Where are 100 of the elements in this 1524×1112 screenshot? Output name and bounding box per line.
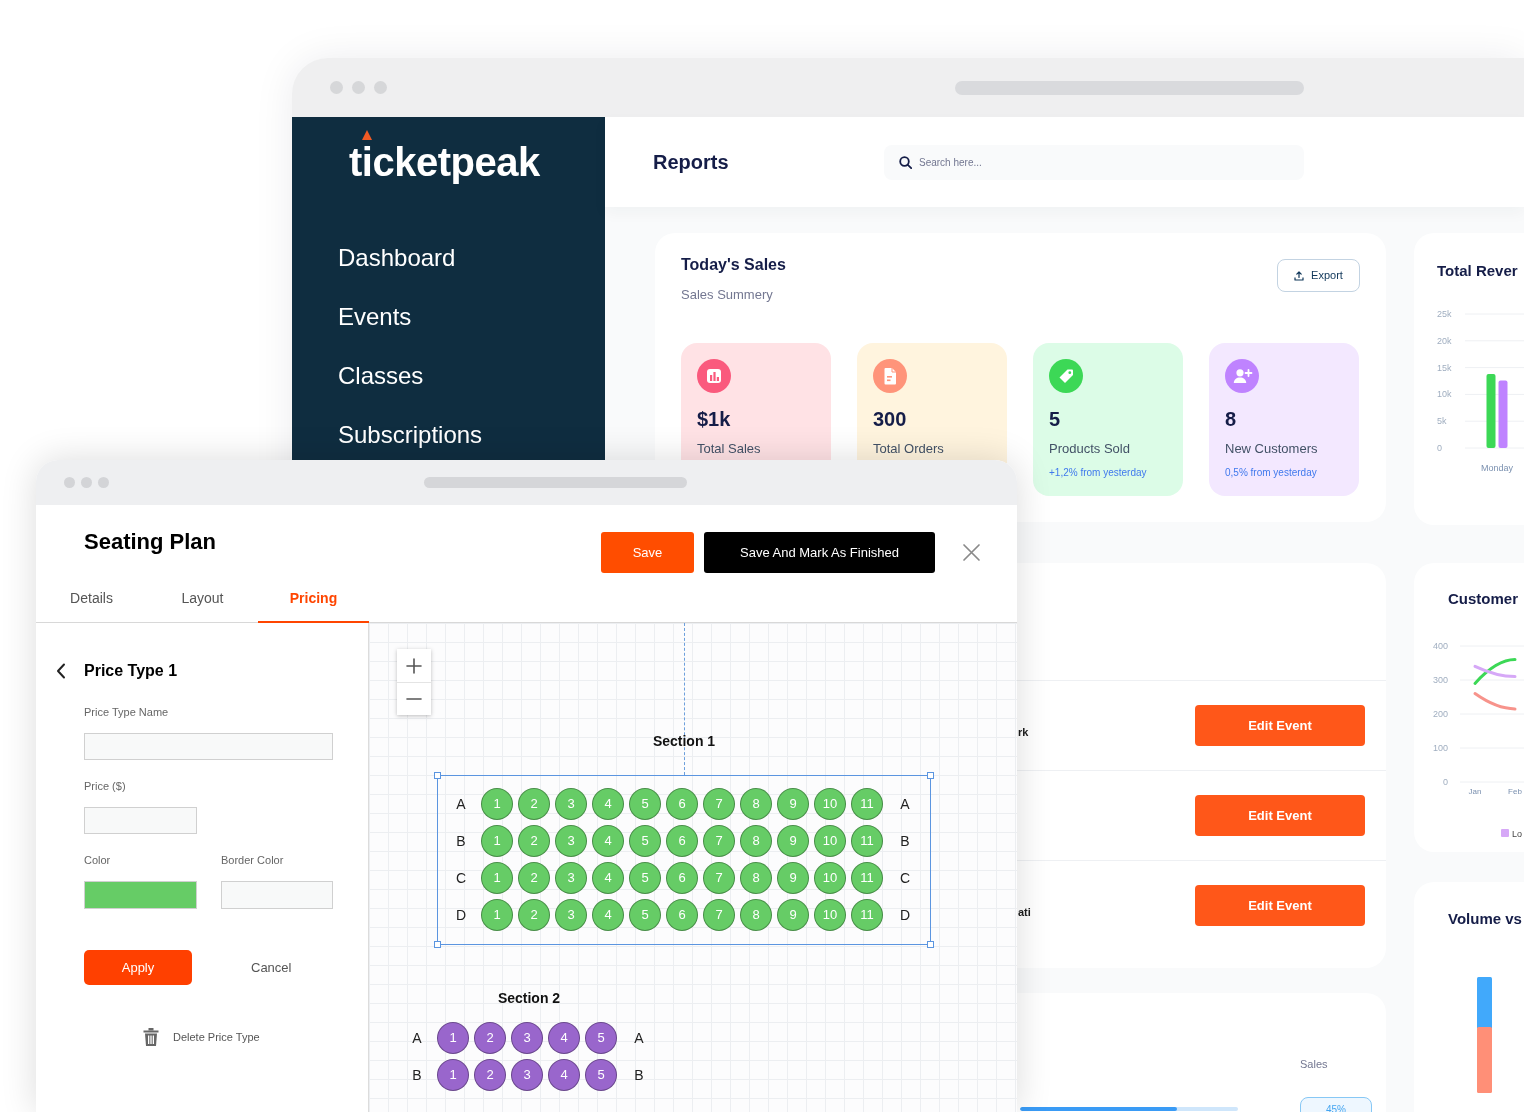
- axis-label: 300: [1432, 675, 1448, 685]
- seat[interactable]: 5: [629, 862, 661, 894]
- cancel-button[interactable]: Cancel: [251, 957, 292, 978]
- seat[interactable]: 6: [666, 899, 698, 931]
- seat[interactable]: 6: [666, 862, 698, 894]
- seat[interactable]: 4: [592, 899, 624, 931]
- axis-label: 200: [1432, 709, 1448, 719]
- axis-label: 0: [1437, 443, 1442, 453]
- sidebar-item[interactable]: Subscriptions: [338, 421, 483, 449]
- seat[interactable]: 4: [592, 825, 624, 857]
- seat[interactable]: 9: [777, 899, 809, 931]
- seat[interactable]: 5: [585, 1059, 617, 1091]
- seat[interactable]: 11: [851, 788, 883, 820]
- stat-value: $1k: [697, 407, 732, 431]
- axis-label: 15k: [1437, 362, 1452, 373]
- seat[interactable]: 3: [511, 1059, 543, 1091]
- seat[interactable]: 2: [518, 788, 550, 820]
- edit-event-button[interactable]: Edit Event: [1195, 795, 1365, 836]
- seat[interactable]: 8: [740, 862, 772, 894]
- zoom-in-button[interactable]: [397, 649, 431, 682]
- seat[interactable]: 2: [474, 1022, 506, 1054]
- delete-button[interactable]: Delete Price Type: [143, 1028, 260, 1046]
- seat[interactable]: 11: [851, 862, 883, 894]
- close-button[interactable]: [962, 543, 981, 562]
- tab[interactable]: Pricing: [258, 578, 369, 623]
- resize-handle[interactable]: [927, 772, 934, 779]
- seat[interactable]: 1: [481, 825, 513, 857]
- seat[interactable]: 8: [740, 899, 772, 931]
- sidebar-item[interactable]: Events: [338, 303, 412, 331]
- stat-value: 5: [1049, 407, 1062, 431]
- axis-label: 25k: [1437, 309, 1452, 319]
- color-field[interactable]: [221, 881, 333, 909]
- panel-title: Price Type 1: [84, 661, 178, 681]
- search-field[interactable]: Search here...: [884, 144, 1304, 180]
- seat[interactable]: 7: [703, 788, 735, 820]
- save-button[interactable]: Save: [601, 532, 694, 573]
- seat[interactable]: 3: [555, 788, 587, 820]
- back-button[interactable]: [56, 663, 66, 679]
- input-field[interactable]: [84, 733, 333, 760]
- seat[interactable]: 4: [592, 862, 624, 894]
- seat[interactable]: 3: [555, 825, 587, 857]
- window-title: Seating Plan: [84, 529, 217, 555]
- seat[interactable]: 11: [851, 899, 883, 931]
- seat[interactable]: 3: [511, 1022, 543, 1054]
- address-bar-field[interactable]: [424, 477, 687, 488]
- seat[interactable]: 7: [703, 899, 735, 931]
- seat[interactable]: 8: [740, 788, 772, 820]
- finish-button[interactable]: Save And Mark As Finished: [704, 532, 935, 573]
- resize-handle[interactable]: [434, 941, 441, 948]
- seat[interactable]: 9: [777, 825, 809, 857]
- seat[interactable]: 1: [437, 1022, 469, 1054]
- triangle-icon: [362, 130, 372, 140]
- export-button[interactable]: Export: [1277, 259, 1360, 292]
- seat[interactable]: 1: [481, 788, 513, 820]
- seat[interactable]: 8: [740, 825, 772, 857]
- resize-handle[interactable]: [434, 772, 441, 779]
- seat[interactable]: 1: [481, 862, 513, 894]
- seat[interactable]: 3: [555, 899, 587, 931]
- seat[interactable]: 9: [777, 862, 809, 894]
- seat[interactable]: 10: [814, 825, 846, 857]
- sidebar-item[interactable]: Classes: [338, 362, 424, 390]
- seat[interactable]: 6: [666, 788, 698, 820]
- window-controls-icon: [64, 477, 109, 488]
- seat[interactable]: 5: [585, 1022, 617, 1054]
- edit-event-button[interactable]: Edit Event: [1195, 885, 1365, 926]
- seat[interactable]: 7: [703, 825, 735, 857]
- edit-event-button[interactable]: Edit Event: [1195, 705, 1365, 746]
- minus-icon: [406, 698, 422, 700]
- seat[interactable]: 4: [548, 1059, 580, 1091]
- chart-line: [1473, 692, 1517, 711]
- seat[interactable]: 10: [814, 788, 846, 820]
- apply-button[interactable]: Apply: [84, 950, 192, 985]
- seat[interactable]: 2: [474, 1059, 506, 1091]
- seat[interactable]: 4: [592, 788, 624, 820]
- zoom-out-button[interactable]: [397, 682, 431, 715]
- seat[interactable]: 4: [548, 1022, 580, 1054]
- seat[interactable]: 1: [481, 899, 513, 931]
- seat[interactable]: 5: [629, 788, 661, 820]
- seat[interactable]: 7: [703, 862, 735, 894]
- input-field[interactable]: [84, 807, 197, 834]
- stat-change: 0,5% from yesterday: [1225, 467, 1318, 479]
- selection-frame[interactable]: A 1 2 3 4 5 6 7 8 9 10 11 A B 1 2 3 4 5 6 7 8 9 10 11 B C 1 2 3 4 5 6 7 8 9 10 11 C D 1 2 3 4 5 6 7 8 9 10 11 D: [437, 775, 931, 945]
- tab[interactable]: Details: [36, 578, 147, 623]
- seat[interactable]: 10: [814, 862, 846, 894]
- seat[interactable]: 1: [437, 1059, 469, 1091]
- color-swatch-field[interactable]: [84, 881, 197, 909]
- seat[interactable]: 5: [629, 899, 661, 931]
- seat[interactable]: 5: [629, 825, 661, 857]
- seat[interactable]: 9: [777, 788, 809, 820]
- sidebar-item[interactable]: Dashboard: [338, 244, 456, 272]
- tab[interactable]: Layout: [147, 578, 258, 623]
- seat[interactable]: 10: [814, 899, 846, 931]
- seat[interactable]: 2: [518, 899, 550, 931]
- seat[interactable]: 2: [518, 862, 550, 894]
- legend-swatch-icon: [1501, 829, 1509, 837]
- seat[interactable]: 6: [666, 825, 698, 857]
- resize-handle[interactable]: [927, 941, 934, 948]
- seat[interactable]: 2: [518, 825, 550, 857]
- seat[interactable]: 3: [555, 862, 587, 894]
- seat[interactable]: 11: [851, 825, 883, 857]
